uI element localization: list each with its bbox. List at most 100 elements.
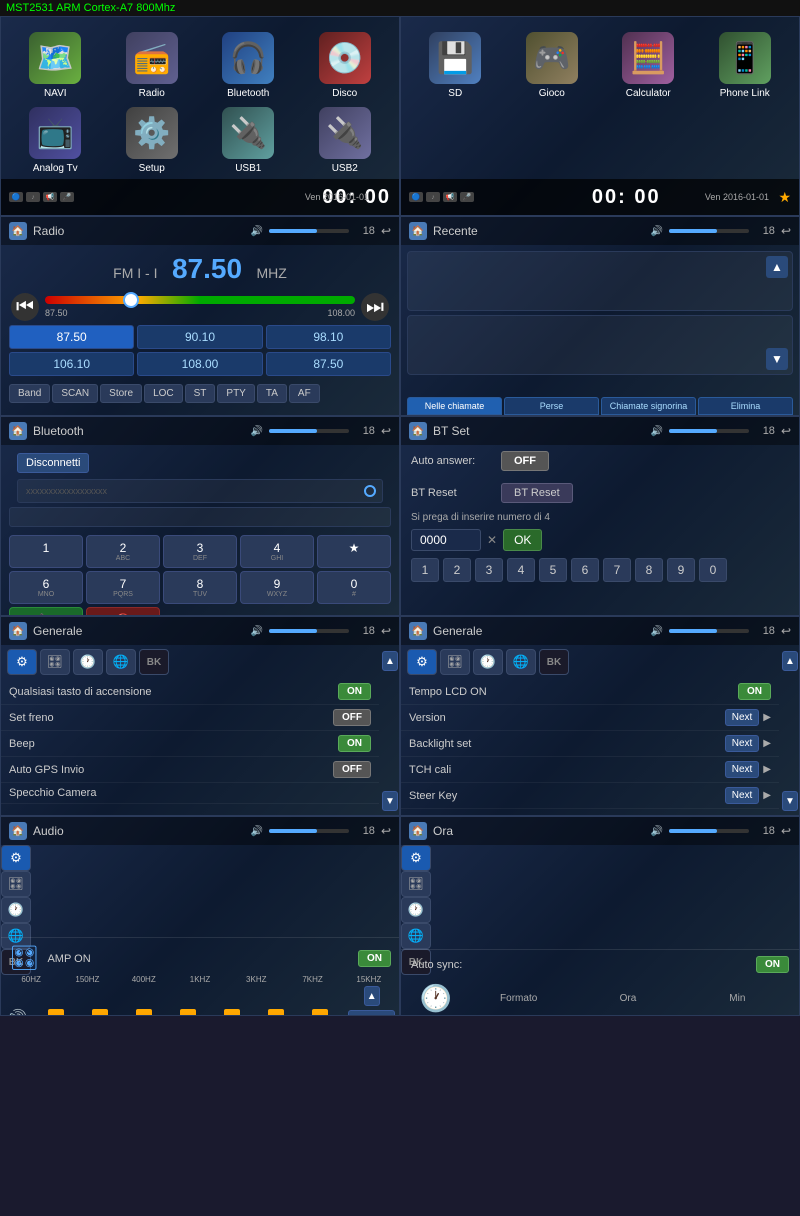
gen-tab-gear[interactable]: ⚙	[7, 649, 37, 675]
ta-btn[interactable]: TA	[257, 384, 287, 403]
app-sd[interactable]: 💾 SD	[411, 32, 500, 99]
app-navi[interactable]: 🗺️ NAVI	[11, 32, 100, 99]
numpad-1[interactable]: 1	[9, 535, 83, 568]
volume-slider-recente[interactable]	[669, 229, 749, 233]
scan-btn[interactable]: SCAN	[52, 384, 98, 403]
preset-1[interactable]: 87.50	[9, 325, 134, 349]
home-icon-ora[interactable]: 🏠	[409, 822, 427, 840]
version-next-btn[interactable]: Next	[725, 709, 760, 726]
home-icon-audio[interactable]: 🏠	[9, 822, 27, 840]
back-btn-bt[interactable]: ↩	[381, 424, 391, 438]
numpad-0[interactable]: 0#	[317, 571, 391, 604]
volume-slider-gen1[interactable]	[269, 629, 349, 633]
preset-4[interactable]: 106.10	[9, 352, 134, 376]
eq-bar-150hz[interactable]	[92, 1009, 108, 1016]
volume-slider-audio[interactable]	[269, 829, 349, 833]
numpad-7[interactable]: 7PQRS	[86, 571, 160, 604]
gen-tab-sliders2[interactable]: 🎛	[440, 649, 470, 675]
scroll-up-gen2[interactable]: ▲	[782, 651, 798, 671]
tch-next-btn[interactable]: Next	[725, 761, 760, 778]
back-btn-gen2[interactable]: ↩	[781, 624, 791, 638]
home-icon-radio[interactable]: 🏠	[9, 222, 27, 240]
pin-4[interactable]: 4	[507, 558, 535, 582]
eq-preset-btn[interactable]: Standard	[348, 1010, 395, 1016]
eq-bar-3khz[interactable]	[224, 1009, 240, 1016]
pin-input[interactable]	[411, 529, 481, 551]
app-gioco[interactable]: 🎮 Gioco	[508, 32, 597, 99]
audio-tab-clock[interactable]: 🕐	[1, 897, 31, 923]
pin-ok-btn[interactable]: OK	[503, 529, 542, 551]
preset-2[interactable]: 90.10	[137, 325, 262, 349]
eq-bar-60hz[interactable]	[48, 1009, 64, 1016]
store-btn[interactable]: Store	[100, 384, 142, 403]
app-bluetooth[interactable]: 🎧 Bluetooth	[204, 32, 293, 99]
numpad-3[interactable]: 3DEF	[163, 535, 237, 568]
numpad-4[interactable]: 4GHI	[240, 535, 314, 568]
back-btn-recente[interactable]: ↩	[781, 224, 791, 238]
eq-bar-400hz[interactable]	[136, 1009, 152, 1016]
gen-tab-globe2[interactable]: 🌐	[506, 649, 536, 675]
lcd-toggle[interactable]: ON	[738, 683, 771, 700]
audio-tab-gear[interactable]: ⚙	[1, 845, 31, 871]
pin-3[interactable]: 3	[475, 558, 503, 582]
gen-tab-globe[interactable]: 🌐	[106, 649, 136, 675]
prev-button[interactable]: ⏮	[11, 293, 39, 321]
accensione-toggle[interactable]: ON	[338, 683, 371, 700]
pty-btn[interactable]: PTY	[217, 384, 254, 403]
pin-5[interactable]: 5	[539, 558, 567, 582]
app-calculator[interactable]: 🧮 Calculator	[604, 32, 693, 99]
gen-tab-bk[interactable]: BK	[139, 649, 169, 675]
gen-tab-bk2[interactable]: BK	[539, 649, 569, 675]
frequency-bar[interactable]	[45, 296, 355, 304]
home-icon-recente[interactable]: 🏠	[409, 222, 427, 240]
volume-slider-ora[interactable]	[669, 829, 749, 833]
numpad-8[interactable]: 8TUV	[163, 571, 237, 604]
home-icon-bt[interactable]: 🏠	[9, 422, 27, 440]
app-radio[interactable]: 📻 Radio	[108, 32, 197, 99]
pin-9[interactable]: 9	[667, 558, 695, 582]
home-icon-gen2[interactable]: 🏠	[409, 622, 427, 640]
ora-tab-gear[interactable]: ⚙	[401, 845, 431, 871]
app-setup[interactable]: ⚙️ Setup	[108, 107, 197, 174]
numpad-9[interactable]: 9WXYZ	[240, 571, 314, 604]
ora-tab-globe[interactable]: 🌐	[401, 923, 431, 949]
app-usb2[interactable]: 🔌 USB2	[301, 107, 390, 174]
hangup-btn[interactable]: 📵	[86, 607, 160, 616]
eq-bar-7khz[interactable]	[268, 1009, 284, 1016]
home-icon-gen1[interactable]: 🏠	[9, 622, 27, 640]
gen-tab-gear2[interactable]: ⚙	[407, 649, 437, 675]
pin-8[interactable]: 8	[635, 558, 663, 582]
eq-scroll-up[interactable]: ▲	[364, 986, 380, 1006]
gps-toggle[interactable]: OFF	[333, 761, 371, 778]
scroll-up-btn[interactable]: ▲	[766, 256, 788, 278]
app-disco[interactable]: 💿 Disco	[301, 32, 390, 99]
ora-tab-clock[interactable]: 🕐	[401, 897, 431, 923]
preset-5[interactable]: 108.00	[137, 352, 262, 376]
scroll-down-gen2[interactable]: ▼	[782, 791, 798, 811]
pin-clear-btn[interactable]: ✕	[487, 533, 497, 547]
audio-tab-sliders[interactable]: 🎛	[1, 871, 31, 897]
freno-toggle[interactable]: OFF	[333, 709, 371, 726]
volume-slider-bt[interactable]	[269, 429, 349, 433]
eq-bar-15khz[interactable]	[312, 1009, 328, 1016]
scroll-down-gen1[interactable]: ▼	[382, 791, 398, 811]
ora-tab-sliders[interactable]: 🎛	[401, 871, 431, 897]
steer-next-btn[interactable]: Next	[725, 787, 760, 804]
next-button-radio[interactable]: ⏭	[361, 293, 389, 321]
home-icon-btset[interactable]: 🏠	[409, 422, 427, 440]
back-btn-ora[interactable]: ↩	[781, 824, 791, 838]
pin-1[interactable]: 1	[411, 558, 439, 582]
volume-slider-radio[interactable]	[269, 229, 349, 233]
numpad-6[interactable]: 6MNO	[9, 571, 83, 604]
bt-reset-btn[interactable]: BT Reset	[501, 483, 573, 503]
gen-tab-clock2[interactable]: 🕐	[473, 649, 503, 675]
pin-0[interactable]: 0	[699, 558, 727, 582]
back-btn-audio[interactable]: ↩	[381, 824, 391, 838]
scroll-down-btn[interactable]: ▼	[766, 348, 788, 370]
scroll-up-gen1[interactable]: ▲	[382, 651, 398, 671]
af-btn[interactable]: AF	[289, 384, 320, 403]
back-btn-gen1[interactable]: ↩	[381, 624, 391, 638]
loc-btn[interactable]: LOC	[144, 384, 183, 403]
app-phonelink[interactable]: 📱 Phone Link	[701, 32, 790, 99]
numpad-2[interactable]: 2ABC	[86, 535, 160, 568]
